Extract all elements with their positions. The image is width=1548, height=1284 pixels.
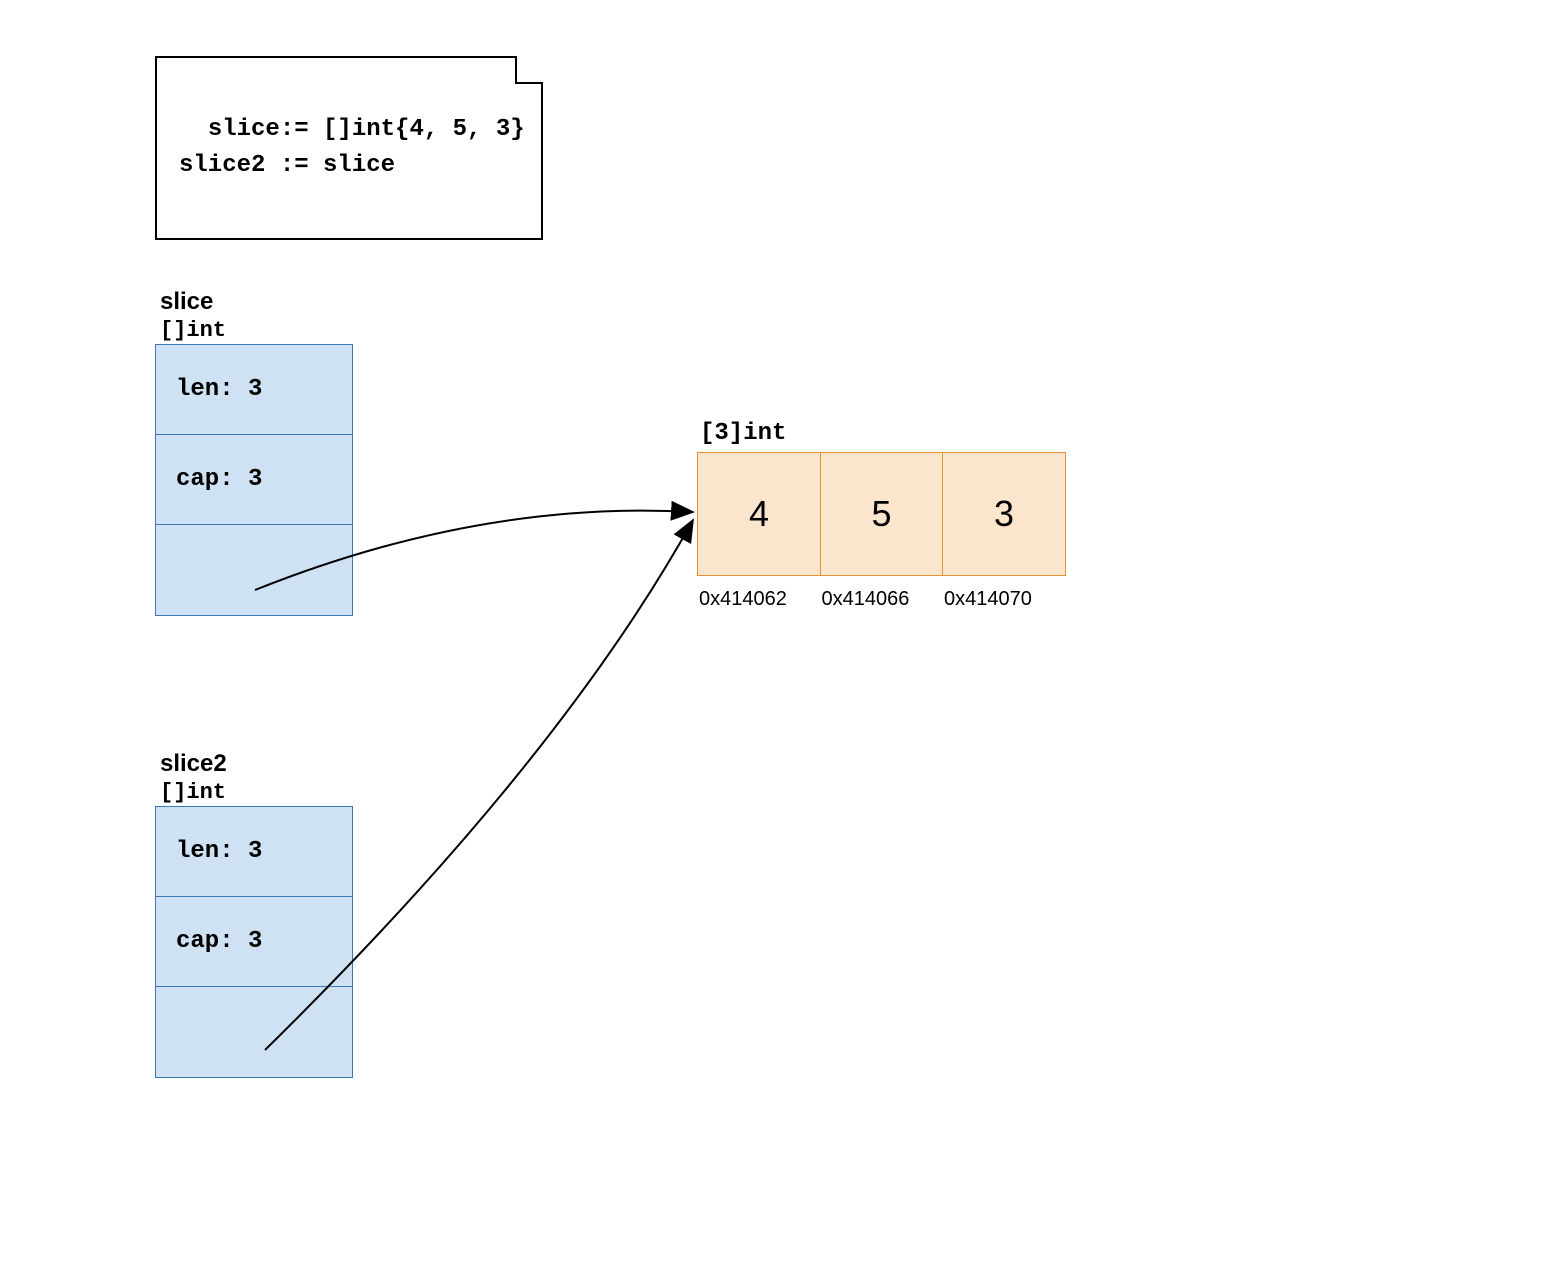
address-0: 0x414062 — [697, 588, 821, 611]
note-fold-icon — [515, 56, 543, 84]
array-cell-1: 5 — [820, 452, 944, 576]
array-cell-0: 4 — [697, 452, 821, 576]
slice1-type: []int — [160, 318, 226, 343]
slice1-ptr-cell — [156, 525, 352, 615]
array-row: 4 5 3 — [697, 452, 1065, 576]
array-type-label: [3]int — [700, 420, 786, 447]
slice2-box: len: 3 cap: 3 — [155, 806, 353, 1078]
code-note: slice:= []int{4, 5, 3} slice2 := slice — [155, 56, 543, 240]
slice1-len-cell: len: 3 — [156, 345, 352, 435]
slice2-len-cell: len: 3 — [156, 807, 352, 897]
slice2-name: slice2 — [160, 750, 227, 778]
slice2-type: []int — [160, 780, 226, 805]
address-row: 0x414062 0x414066 0x414070 — [697, 588, 1065, 611]
slice2-ptr-cell — [156, 987, 352, 1077]
code-line-1: slice:= []int{4, 5, 3} — [208, 116, 525, 143]
slice1-name: slice — [160, 288, 213, 316]
array-cell-2: 3 — [942, 452, 1066, 576]
slice2-cap-cell: cap: 3 — [156, 897, 352, 987]
slice1-cap-cell: cap: 3 — [156, 435, 352, 525]
address-1: 0x414066 — [820, 588, 944, 611]
address-2: 0x414070 — [942, 588, 1066, 611]
slice1-box: len: 3 cap: 3 — [155, 344, 353, 616]
code-line-2: slice2 := slice — [179, 152, 395, 179]
